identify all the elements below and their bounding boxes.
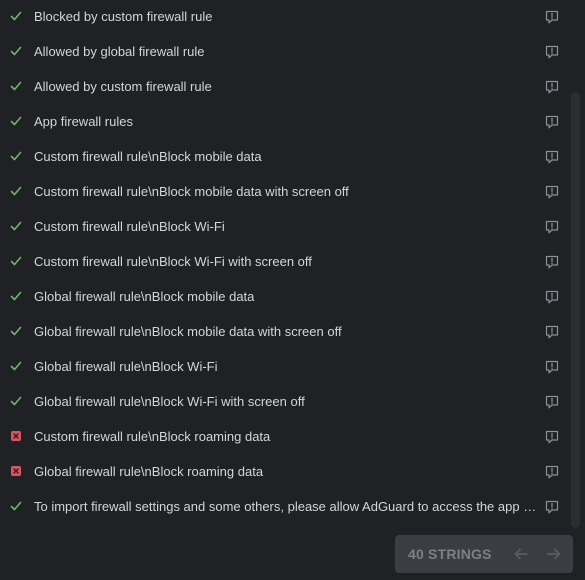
string-label: Global firewall rule\nBlock Wi-Fi: [34, 359, 218, 374]
comment-icon[interactable]: [544, 464, 560, 480]
string-label: Custom firewall rule\nBlock Wi-Fi with s…: [34, 254, 312, 269]
comment-icon[interactable]: [544, 114, 560, 130]
arrow-left-icon[interactable]: [512, 545, 530, 563]
string-row[interactable]: Allowed by global firewall rule: [0, 35, 570, 70]
comment-icon[interactable]: [544, 499, 560, 515]
string-row[interactable]: Custom firewall rule\nBlock mobile data …: [0, 175, 570, 210]
string-row[interactable]: Blocked by custom firewall rule: [0, 0, 570, 35]
string-label: Custom firewall rule\nBlock mobile data …: [34, 184, 349, 199]
strings-pager: 40 STRINGS: [395, 535, 573, 573]
comment-icon[interactable]: [544, 429, 560, 445]
comment-icon[interactable]: [544, 44, 560, 60]
check-icon: [10, 290, 22, 302]
comment-icon[interactable]: [544, 9, 560, 25]
string-row[interactable]: App firewall rules: [0, 105, 570, 140]
comment-icon[interactable]: [544, 359, 560, 375]
check-icon: [10, 360, 22, 372]
strings-list: Blocked by custom firewall rule Allowed b…: [0, 0, 570, 525]
string-label: Allowed by global firewall rule: [34, 44, 205, 59]
arrow-right-icon[interactable]: [545, 545, 563, 563]
check-icon: [10, 185, 22, 197]
string-row[interactable]: Custom firewall rule\nBlock Wi-Fi: [0, 210, 570, 245]
string-label: Allowed by custom firewall rule: [34, 79, 212, 94]
string-label: App firewall rules: [34, 114, 133, 129]
comment-icon[interactable]: [544, 79, 560, 95]
check-icon: [10, 500, 22, 512]
string-row[interactable]: Global firewall rule\nBlock Wi-Fi: [0, 350, 570, 385]
string-row[interactable]: Global firewall rule\nBlock mobile data …: [0, 315, 570, 350]
comment-icon[interactable]: [544, 289, 560, 305]
check-icon: [10, 115, 22, 127]
string-row[interactable]: Custom firewall rule\nBlock Wi-Fi with s…: [0, 245, 570, 280]
string-label: Global firewall rule\nBlock roaming data: [34, 464, 264, 479]
string-label: Custom firewall rule\nBlock mobile data: [34, 149, 262, 164]
string-row[interactable]: To import firewall settings and some oth…: [0, 490, 570, 525]
check-icon: [10, 150, 22, 162]
string-row[interactable]: Global firewall rule\nBlock roaming data: [0, 455, 570, 490]
scrollbar-thumb[interactable]: [571, 92, 580, 528]
check-icon: [10, 220, 22, 232]
check-icon: [10, 395, 22, 407]
untranslated-square-icon: [10, 430, 22, 442]
string-label: Custom firewall rule\nBlock roaming data: [34, 429, 271, 444]
untranslated-square-icon: [10, 465, 22, 477]
check-icon: [10, 255, 22, 267]
check-icon: [10, 10, 22, 22]
string-label: To import firewall settings and some oth…: [34, 499, 542, 514]
string-label: Custom firewall rule\nBlock Wi-Fi: [34, 219, 225, 234]
strings-count: 40 STRINGS: [408, 546, 492, 562]
string-label: Global firewall rule\nBlock Wi-Fi with s…: [34, 394, 305, 409]
string-label: Blocked by custom firewall rule: [34, 9, 213, 24]
check-icon: [10, 45, 22, 57]
comment-icon[interactable]: [544, 149, 560, 165]
comment-icon[interactable]: [544, 184, 560, 200]
string-row[interactable]: Custom firewall rule\nBlock mobile data: [0, 140, 570, 175]
string-row[interactable]: Allowed by custom firewall rule: [0, 70, 570, 105]
check-icon: [10, 80, 22, 92]
string-row[interactable]: Global firewall rule\nBlock Wi-Fi with s…: [0, 385, 570, 420]
string-row[interactable]: Custom firewall rule\nBlock roaming data: [0, 420, 570, 455]
comment-icon[interactable]: [544, 324, 560, 340]
check-icon: [10, 325, 22, 337]
string-label: Global firewall rule\nBlock mobile data …: [34, 324, 342, 339]
comment-icon[interactable]: [544, 254, 560, 270]
comment-icon[interactable]: [544, 394, 560, 410]
string-label: Global firewall rule\nBlock mobile data: [34, 289, 255, 304]
string-row[interactable]: Global firewall rule\nBlock mobile data: [0, 280, 570, 315]
comment-icon[interactable]: [544, 219, 560, 235]
